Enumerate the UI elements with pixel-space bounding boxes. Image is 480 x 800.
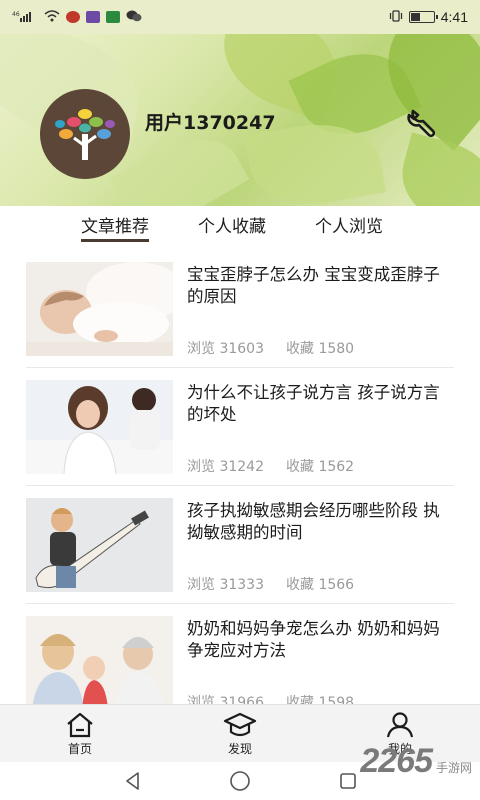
nav-discover[interactable]: 发现: [200, 705, 280, 763]
status-right: 4:41: [389, 9, 468, 25]
home-icon: [67, 712, 93, 737]
leaf-decoration: [391, 132, 480, 206]
nav-discover-label: 发现: [227, 741, 252, 756]
article-title[interactable]: 孩子执拗敏感期会经历哪些阶段 执拗敏感期的时间: [187, 500, 451, 544]
vibrate-icon: [389, 10, 403, 24]
svg-text:46: 46: [12, 11, 20, 18]
tab-favorites[interactable]: 个人收藏: [198, 206, 266, 244]
nav-home-label: 首页: [67, 741, 92, 756]
tab-article-recommend[interactable]: 文章推荐: [81, 206, 149, 244]
view-count: 浏览 31603: [187, 341, 264, 357]
favorite-count: 收藏 1580: [286, 341, 355, 357]
view-count: 浏览 31242: [187, 459, 264, 475]
favorite-count: 收藏 1562: [286, 459, 355, 475]
signal-icon: 46: [12, 10, 38, 24]
tab-history[interactable]: 个人浏览: [315, 206, 383, 244]
list-item[interactable]: 为什么不让孩子说方言 孩子说方言的坏处 浏览 31242 收藏 1562: [26, 368, 454, 486]
graduation-cap-icon: [223, 712, 257, 736]
watermark: 2265 手游网: [360, 742, 472, 781]
watermark-text: 手游网: [435, 761, 472, 775]
article-title[interactable]: 宝宝歪脖子怎么办 宝宝变成歪脖子的原因: [187, 264, 451, 308]
list-item[interactable]: 宝宝歪脖子怎么办 宝宝变成歪脖子的原因 浏览 31603 收藏 1580: [26, 250, 454, 368]
article-meta: 浏览 31603 收藏 1580: [187, 338, 354, 358]
back-button[interactable]: [113, 766, 153, 796]
article-thumbnail[interactable]: [26, 616, 173, 710]
video-app-icon: [106, 11, 120, 23]
wechat-icon: [126, 10, 142, 24]
watermark-number: 2265: [360, 742, 433, 780]
tab-bar: 文章推荐 个人收藏 个人浏览: [0, 206, 480, 244]
favorite-count: 收藏 1566: [286, 577, 355, 593]
home-system-button[interactable]: [220, 766, 260, 796]
article-thumbnail[interactable]: [26, 262, 173, 356]
app-notification-icon: [86, 11, 100, 23]
nav-home[interactable]: 首页: [40, 705, 120, 763]
article-thumbnail[interactable]: [26, 498, 173, 592]
back-triangle-icon: [126, 772, 139, 790]
home-circle-icon: [230, 771, 250, 791]
username: 用户1370247: [145, 112, 276, 134]
settings-button[interactable]: [402, 102, 442, 142]
status-time: 4:41: [440, 9, 468, 25]
wrench-icon: [407, 109, 436, 138]
avatar[interactable]: [40, 89, 130, 179]
status-left: 46: [12, 10, 142, 24]
battery-icon: [408, 11, 438, 23]
tree-logo-icon: [55, 109, 115, 160]
status-bar: 46 4:41: [0, 0, 480, 34]
article-title[interactable]: 为什么不让孩子说方言 孩子说方言的坏处: [187, 382, 451, 426]
profile-header: 用户1370247: [0, 34, 480, 206]
view-count: 浏览 31333: [187, 577, 264, 593]
article-meta: 浏览 31333 收藏 1566: [187, 574, 354, 594]
article-title[interactable]: 奶奶和妈妈争宠怎么办 奶奶和妈妈争宠应对方法: [187, 618, 451, 662]
user-icon: [386, 711, 414, 737]
list-item[interactable]: 孩子执拗敏感期会经历哪些阶段 执拗敏感期的时间 浏览 31333 收藏 1566: [26, 486, 454, 604]
app-notification-icon: [66, 11, 80, 23]
recents-square-icon: [340, 773, 356, 789]
article-meta: 浏览 31242 收藏 1562: [187, 456, 354, 476]
wifi-icon: [44, 10, 60, 24]
article-thumbnail[interactable]: [26, 380, 173, 474]
